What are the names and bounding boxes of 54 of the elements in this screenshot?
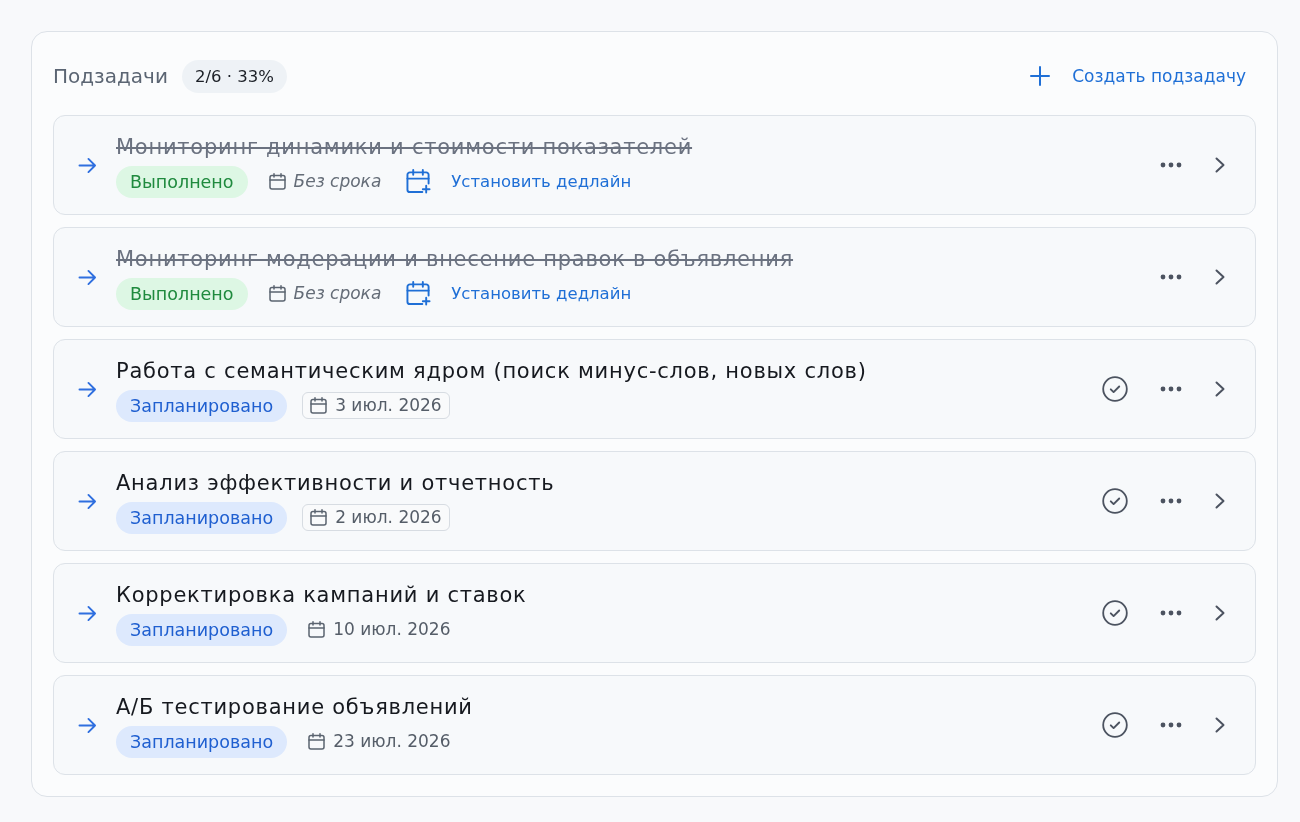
chevron-right-icon (1215, 605, 1225, 621)
create-subtask-button[interactable]: Создать подзадачу (1028, 60, 1256, 92)
more-icon (1160, 386, 1182, 392)
check-circle-icon (1102, 712, 1128, 738)
progress-count: 2/6 · 33% (181, 59, 287, 93)
subtask-title: Корректировка кампаний и ставок (116, 581, 527, 609)
chevron-right-icon (1215, 381, 1225, 397)
arrow-right-icon (78, 492, 97, 510)
set-deadline-button[interactable]: Установить дедлайн (406, 168, 632, 195)
due-date: 10 июл. 2026 (333, 619, 451, 640)
more-icon (1160, 610, 1182, 616)
more-icon (1160, 722, 1182, 728)
chevron-right-icon (1215, 157, 1225, 173)
calendar-icon (310, 509, 328, 526)
arrow-right-icon (78, 156, 97, 174)
calendar-icon (310, 397, 328, 414)
chevron-right-icon (1215, 493, 1225, 509)
subtask-title: Работа с семантическим ядром (поиск минус-слов, новых слов) (116, 357, 867, 385)
subtask-title: Анализ эффективности и отчетность (116, 469, 555, 497)
chevron-right-icon (1215, 717, 1225, 733)
status-badge: Запланировано (116, 613, 288, 646)
subtask-title: Мониторинг динамики и стоимости показателей (116, 133, 693, 161)
calendar-icon (308, 733, 326, 750)
subtask-title: А/Б тестирование объявлений (116, 693, 473, 721)
arrow-right-icon (78, 716, 97, 734)
subtask-title: Мониторинг модерации и внесение правок в объявления (116, 245, 794, 273)
due-date: 2 июл. 2026 (335, 507, 442, 528)
calendar-icon (308, 621, 326, 638)
calendar-plus-icon (406, 169, 432, 194)
status-badge: Выполнено (116, 165, 248, 198)
due-date: 3 июл. 2026 (335, 395, 442, 416)
status-badge: Выполнено (116, 277, 248, 310)
check-circle-icon (1102, 600, 1128, 626)
check-circle-icon (1102, 376, 1128, 402)
chevron-right-icon (1215, 269, 1225, 285)
arrow-right-icon (78, 604, 97, 622)
calendar-icon (268, 173, 286, 190)
due-date: Без срока (293, 171, 382, 192)
due-date: Без срока (293, 283, 382, 304)
arrow-right-icon (78, 268, 97, 286)
calendar-plus-icon (406, 281, 432, 306)
arrow-right-icon (78, 380, 97, 398)
more-icon (1160, 274, 1182, 280)
more-icon (1160, 162, 1182, 168)
plus-icon (1030, 66, 1051, 86)
calendar-icon (268, 285, 286, 302)
set-deadline-button[interactable]: Установить дедлайн (406, 280, 632, 307)
status-badge: Запланировано (116, 389, 288, 422)
due-date: 23 июл. 2026 (333, 731, 451, 752)
check-circle-icon (1102, 488, 1128, 514)
more-icon (1160, 498, 1182, 504)
section-title: Подзадачи (53, 63, 168, 90)
status-badge: Запланировано (116, 501, 288, 534)
status-badge: Запланировано (116, 725, 288, 758)
